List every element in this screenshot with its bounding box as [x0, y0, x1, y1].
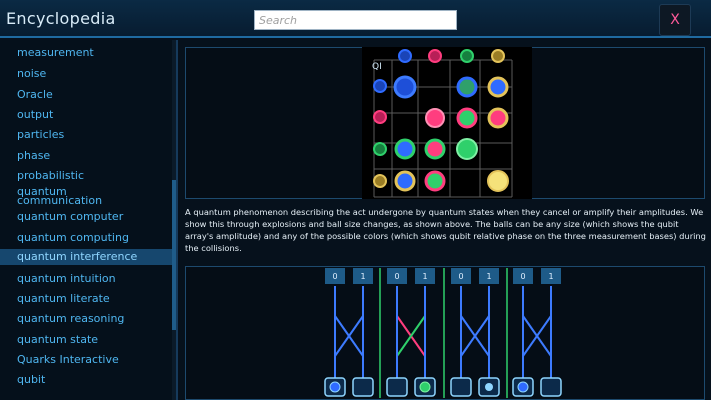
sidebar-item-quantum-reasoning[interactable]: quantum reasoning: [0, 313, 172, 324]
grid-label: QI: [372, 62, 382, 72]
sidebar-scrollbar-thumb[interactable]: [172, 180, 176, 330]
sidebar: measurement noise Oracle output particle…: [0, 40, 178, 400]
title-bar: Encyclopedia X: [0, 0, 711, 38]
sidebar-item-quantum-computing[interactable]: quantum computing: [0, 232, 172, 243]
sidebar-item-output[interactable]: output: [0, 109, 172, 120]
sidebar-item-phase[interactable]: phase: [0, 150, 172, 161]
sidebar-item-quantum-communication[interactable]: quantum communication: [0, 186, 172, 206]
sidebar-item-quantum-intuition[interactable]: quantum intuition: [0, 273, 172, 284]
sidebar-item-quarks-interactive[interactable]: Quarks Interactive: [0, 354, 172, 365]
close-button[interactable]: X: [659, 4, 691, 36]
article-panel: QI A quantum phenomenon describing the a…: [180, 40, 711, 400]
qubit-grid-image: QI: [362, 47, 532, 199]
sidebar-item-particles[interactable]: particles: [0, 129, 172, 140]
svg-text:1: 1: [486, 272, 491, 281]
sidebar-item-oracle[interactable]: Oracle: [0, 89, 172, 100]
svg-text:0: 0: [394, 272, 399, 281]
sidebar-item-qubit[interactable]: qubit: [0, 374, 172, 385]
svg-text:1: 1: [548, 272, 553, 281]
article-description: A quantum phenomenon describing the act …: [185, 207, 706, 253]
sidebar-item-quantum-computer[interactable]: quantum computer: [0, 211, 172, 222]
sidebar-item-measurement[interactable]: measurement: [0, 47, 172, 58]
svg-text:0: 0: [520, 272, 525, 281]
sidebar-item-quantum-interference[interactable]: quantum interference: [0, 249, 172, 265]
sidebar-item-probabilistic[interactable]: probabilistic: [0, 170, 172, 181]
app-title: Encyclopedia: [6, 9, 116, 28]
sidebar-item-quantum-literate[interactable]: quantum literate: [0, 293, 172, 304]
interference-circuit-image: 0 1 0 1 0 1 0 1: [324, 268, 562, 398]
svg-text:0: 0: [458, 272, 463, 281]
svg-text:1: 1: [422, 272, 427, 281]
search-input[interactable]: [254, 10, 457, 30]
svg-text:0: 0: [332, 272, 337, 281]
svg-text:1: 1: [360, 272, 365, 281]
sidebar-item-noise[interactable]: noise: [0, 68, 172, 79]
sidebar-item-quantum-state[interactable]: quantum state: [0, 334, 172, 345]
